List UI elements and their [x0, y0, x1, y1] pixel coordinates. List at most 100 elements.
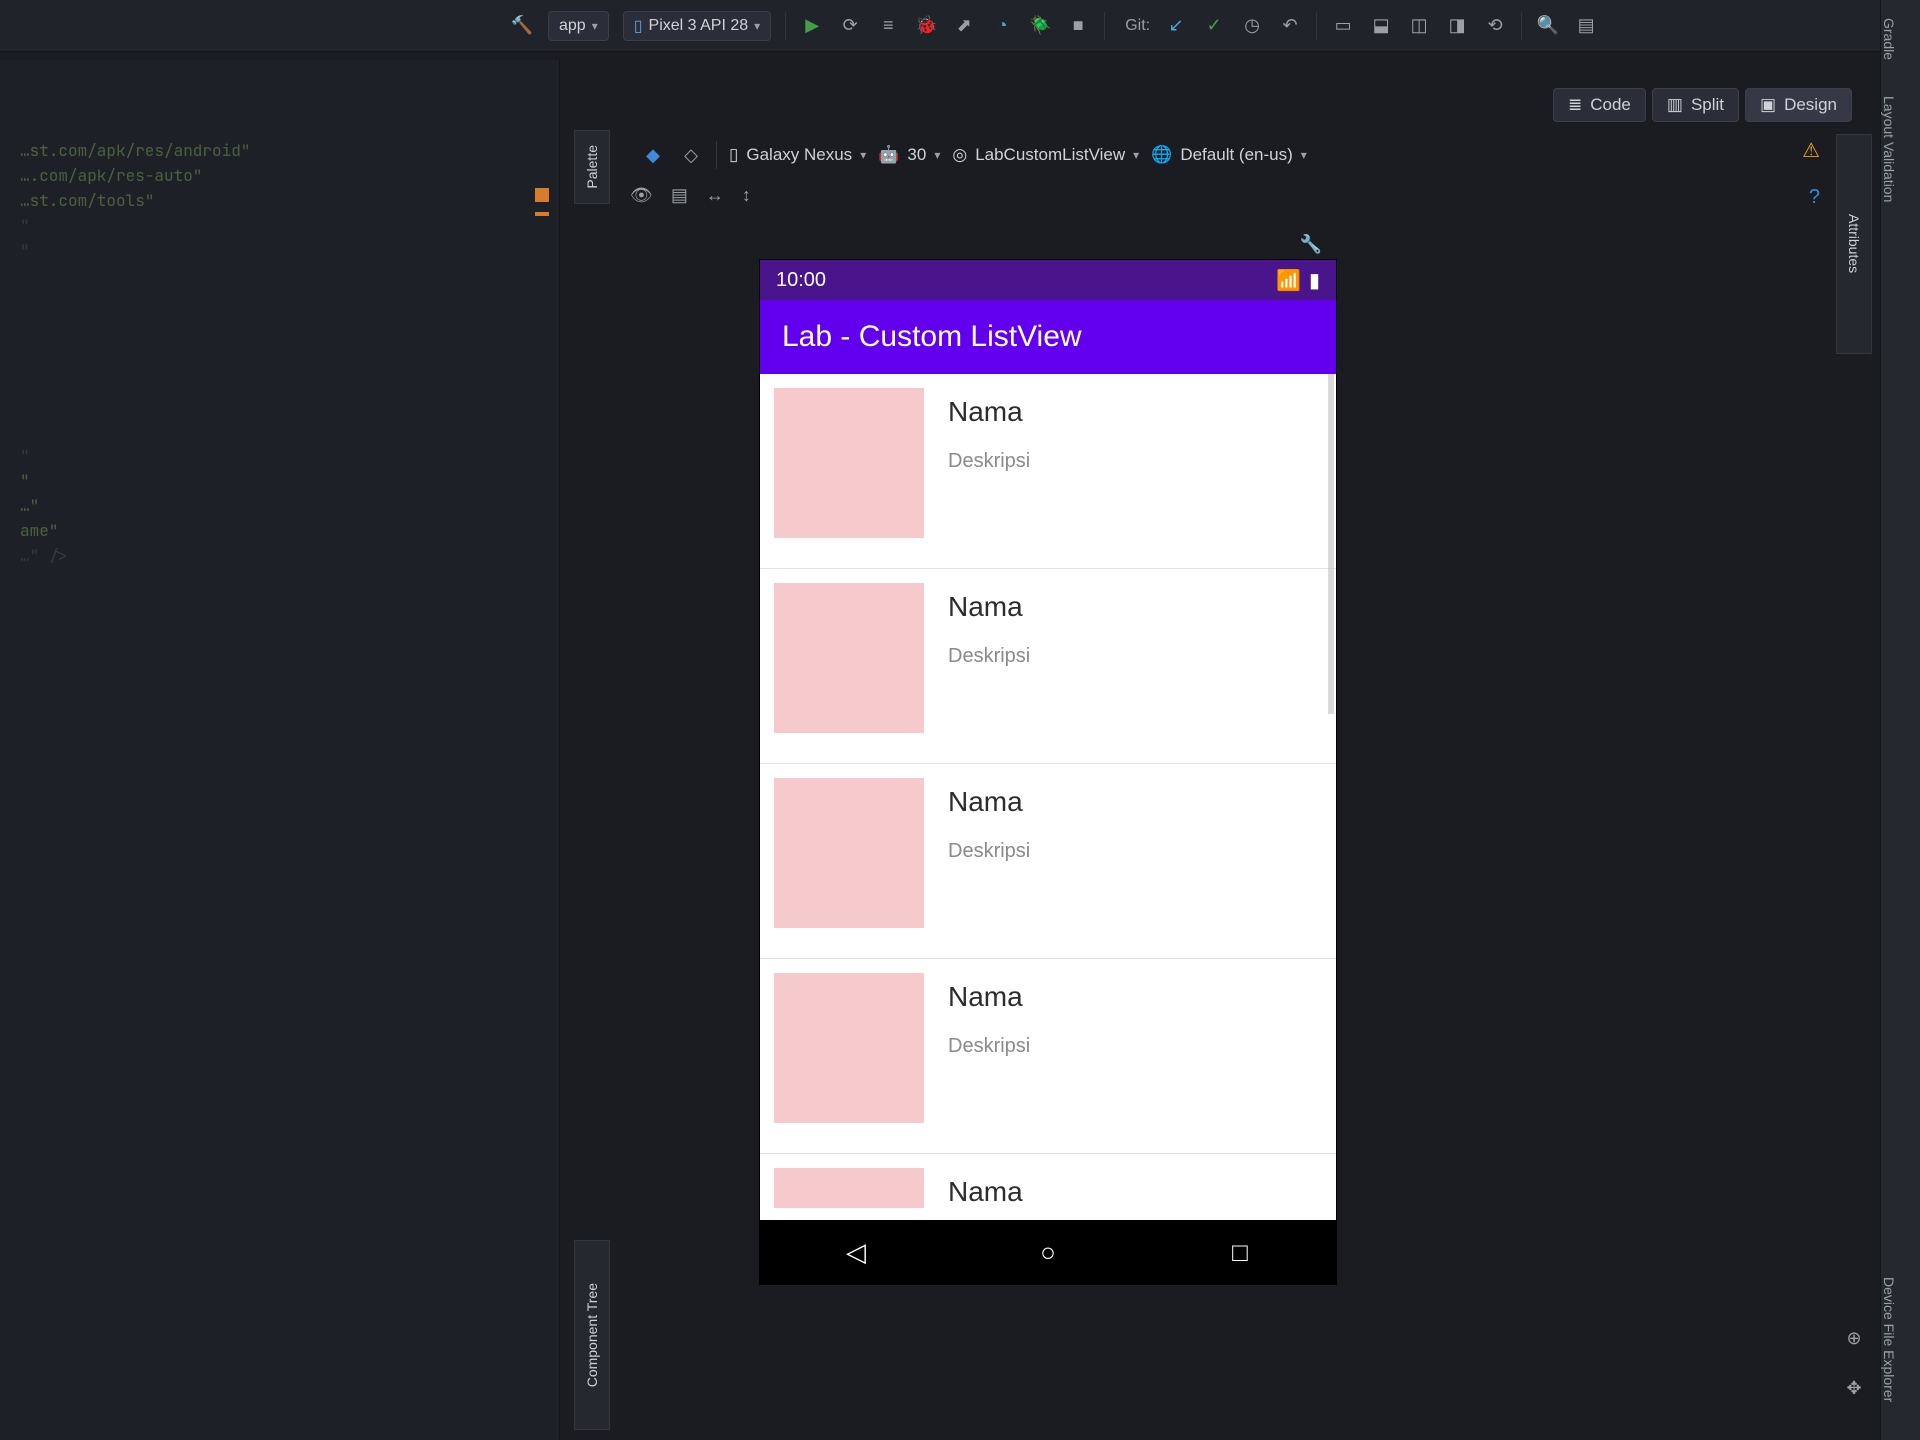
- main-toolbar: 🔨 app ▾ ▯ Pixel 3 API 28 ▾ ▶ ⟳ ≡ 🐞 ⬈ ◔ 🪲…: [0, 0, 1880, 52]
- surface-select-icon[interactable]: ◆: [640, 142, 666, 168]
- android-icon: 🤖: [878, 145, 899, 165]
- run-icon[interactable]: ▶: [800, 14, 824, 38]
- list-item[interactable]: Nama Deskripsi: [760, 764, 1336, 959]
- help-icon[interactable]: ?: [1809, 186, 1820, 209]
- api-chip[interactable]: 🤖 30 ▾: [878, 145, 940, 165]
- scrollbar[interactable]: [1328, 374, 1334, 714]
- rail-tab-device-file-explorer[interactable]: Device File Explorer: [1881, 1259, 1897, 1420]
- list-item[interactable]: Nama: [760, 1154, 1336, 1220]
- tab-design[interactable]: ▣ Design: [1745, 88, 1852, 122]
- attributes-rail[interactable]: Attributes: [1836, 134, 1872, 354]
- design-surface-toolbar-row2: 👁 ▤ ↔ ↕: [630, 178, 751, 212]
- android-navbar: ◁ ○ □: [760, 1220, 1336, 1284]
- item-desc: Deskripsi: [948, 840, 1030, 863]
- zoom-controls-icon[interactable]: ⊕: [1842, 1326, 1866, 1350]
- layout-inspector-icon[interactable]: ◨: [1445, 14, 1469, 38]
- custom-listview[interactable]: Nama Deskripsi Nama Deskripsi Nama Deskr…: [760, 374, 1336, 1220]
- git-update-icon[interactable]: ↙: [1164, 14, 1188, 38]
- app-toolbar: Lab - Custom ListView: [760, 300, 1336, 374]
- component-tree-rail[interactable]: Component Tree: [574, 1240, 610, 1430]
- android-statusbar: 10:00 📶 ▮: [760, 260, 1336, 300]
- right-tool-rail: Gradle Layout Validation Device File Exp…: [1880, 0, 1920, 1440]
- device-frame: 10:00 📶 ▮ Lab - Custom ListView Nama Des…: [760, 260, 1336, 1284]
- item-desc: Deskripsi: [948, 1035, 1030, 1058]
- item-thumbnail: [774, 778, 924, 928]
- avd-manager-icon[interactable]: ▭: [1331, 14, 1355, 38]
- theme-icon: ◎: [952, 145, 967, 165]
- pan-tool-icon[interactable]: ✥: [1842, 1376, 1866, 1400]
- chevron-down-icon: ▾: [754, 19, 760, 33]
- run-config-combo[interactable]: app ▾: [548, 11, 609, 41]
- item-desc: Deskripsi: [948, 645, 1030, 668]
- item-name: Nama: [948, 1176, 1023, 1208]
- theme-chip[interactable]: ◎ LabCustomListView ▾: [952, 145, 1139, 165]
- git-label: Git:: [1125, 17, 1150, 35]
- tab-split[interactable]: ▥ Split: [1652, 88, 1739, 122]
- design-surface-toolbar: ◆ ◇ ▯ Galaxy Nexus ▾ 🤖 30 ▾ ◎ LabCustomL…: [630, 134, 1830, 176]
- sync-icon[interactable]: ⟲: [1483, 14, 1507, 38]
- palette-rail[interactable]: Palette: [574, 130, 610, 204]
- chevron-down-icon: ▾: [592, 19, 598, 33]
- pan-vertical-icon[interactable]: ↕: [742, 185, 751, 206]
- wrench-icon[interactable]: 🔧: [1300, 234, 1322, 255]
- device-selector-combo[interactable]: ▯ Pixel 3 API 28 ▾: [623, 11, 771, 41]
- item-name: Nama: [948, 786, 1030, 818]
- statusbar-time: 10:00: [776, 269, 826, 292]
- stop-icon[interactable]: ■: [1066, 14, 1090, 38]
- code-lines-icon: ≣: [1568, 95, 1582, 115]
- device-preview-canvas: 🔧 10:00 📶 ▮ Lab - Custom ListView Nama D…: [760, 260, 1336, 1284]
- nav-recent-icon[interactable]: □: [1220, 1237, 1260, 1268]
- git-history-icon[interactable]: ◷: [1240, 14, 1264, 38]
- locale-chip[interactable]: 🌐 Default (en-us) ▾: [1151, 145, 1307, 165]
- layout-editor-mode-tabs: ≣ Code ▥ Split ▣ Design: [1553, 88, 1852, 122]
- chevron-down-icon: ▾: [934, 148, 940, 162]
- warnings-icon[interactable]: ⚠: [1802, 138, 1820, 163]
- component-tree-label: Component Tree: [584, 1283, 600, 1387]
- resource-manager-icon[interactable]: ◫: [1407, 14, 1431, 38]
- device-selector-label: Pixel 3 API 28: [649, 17, 749, 35]
- orientation-icon[interactable]: ◇: [678, 142, 704, 168]
- design-icon: ▣: [1760, 95, 1776, 115]
- attach-debugger-icon[interactable]: 🪲: [1028, 14, 1052, 38]
- git-rollback-icon[interactable]: ↶: [1278, 14, 1302, 38]
- debug-icon[interactable]: 🐞: [914, 14, 938, 38]
- nav-back-icon[interactable]: ◁: [836, 1237, 876, 1268]
- run-config-label: app: [559, 17, 586, 35]
- attributes-label: Attributes: [1846, 214, 1862, 273]
- profiler-icon[interactable]: ◔: [990, 14, 1014, 38]
- eye-icon[interactable]: 👁: [630, 185, 653, 206]
- chevron-down-icon: ▾: [860, 148, 866, 162]
- sdk-manager-icon[interactable]: ⬓: [1369, 14, 1393, 38]
- hammer-icon[interactable]: 🔨: [510, 14, 534, 38]
- item-thumbnail: [774, 388, 924, 538]
- globe-icon: 🌐: [1151, 145, 1172, 165]
- chevron-down-icon: ▾: [1301, 148, 1307, 162]
- tab-code[interactable]: ≣ Code: [1553, 88, 1646, 122]
- item-name: Nama: [948, 396, 1030, 428]
- pan-horizontal-icon[interactable]: ↔: [706, 185, 724, 206]
- device-chip[interactable]: ▯ Galaxy Nexus ▾: [729, 145, 866, 165]
- item-desc: Deskripsi: [948, 450, 1030, 473]
- item-thumbnail: [774, 1168, 924, 1208]
- apply-code-icon[interactable]: ≡: [876, 14, 900, 38]
- phone-icon: ▯: [729, 145, 738, 165]
- palette-label: Palette: [584, 131, 600, 203]
- canvas-floating-tools: ⊕ ✥: [1842, 1326, 1866, 1400]
- list-item[interactable]: Nama Deskripsi: [760, 959, 1336, 1154]
- rail-tab-gradle[interactable]: Gradle: [1881, 0, 1897, 78]
- apply-changes-icon[interactable]: ⟳: [838, 14, 862, 38]
- item-thumbnail: [774, 583, 924, 733]
- rail-tab-layout-validation[interactable]: Layout Validation: [1881, 78, 1897, 220]
- list-item[interactable]: Nama Deskripsi: [760, 374, 1336, 569]
- item-name: Nama: [948, 591, 1030, 623]
- item-thumbnail: [774, 973, 924, 1123]
- list-item[interactable]: Nama Deskripsi: [760, 569, 1336, 764]
- settings-icon[interactable]: ▤: [1574, 14, 1598, 38]
- nav-home-icon[interactable]: ○: [1028, 1237, 1068, 1268]
- wifi-icon: 📶: [1276, 268, 1301, 293]
- blueprint-toggle-icon[interactable]: ▤: [671, 185, 688, 206]
- chevron-down-icon: ▾: [1133, 148, 1139, 162]
- search-icon[interactable]: 🔍: [1536, 14, 1560, 38]
- git-commit-icon[interactable]: ✓: [1202, 14, 1226, 38]
- coverage-icon[interactable]: ⬈: [952, 14, 976, 38]
